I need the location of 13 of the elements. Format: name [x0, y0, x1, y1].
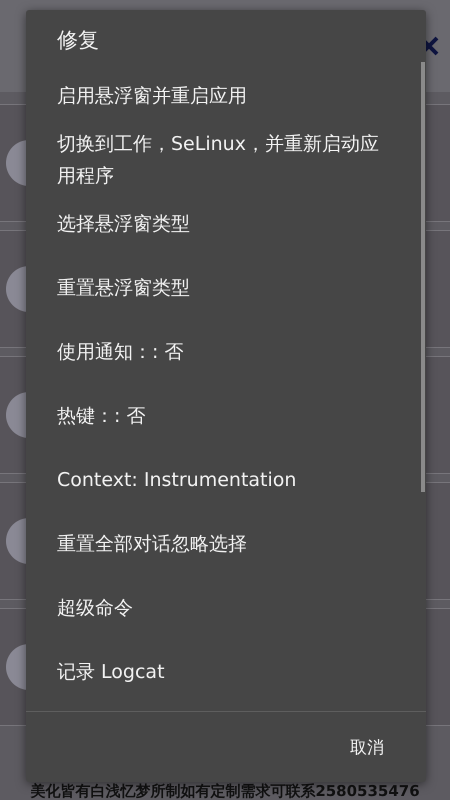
- cancel-button[interactable]: 取消: [346, 730, 388, 764]
- menu-item[interactable]: 选择悬浮窗类型: [26, 192, 426, 256]
- menu-item[interactable]: 启用悬浮窗并重启应用: [26, 64, 426, 128]
- menu-item[interactable]: 切换到工作，SeLinux，并重新启动应用程序: [26, 128, 426, 192]
- menu-item[interactable]: 记录 Logcat: [26, 640, 426, 704]
- footer-text: 美化皆有白浅忆梦所制如有定制需求可联系2580535476: [30, 782, 420, 800]
- menu-item[interactable]: 超级命令: [26, 576, 426, 640]
- menu-item[interactable]: 使用通知：: 否: [26, 320, 426, 384]
- menu-item[interactable]: 重置悬浮窗类型: [26, 256, 426, 320]
- menu-item[interactable]: 热键：: 否: [26, 384, 426, 448]
- dialog-title: 修复: [56, 27, 100, 54]
- menu-item[interactable]: Context: Instrumentation: [26, 448, 426, 512]
- menu-item[interactable]: 重置全部对话忽略选择: [26, 512, 426, 576]
